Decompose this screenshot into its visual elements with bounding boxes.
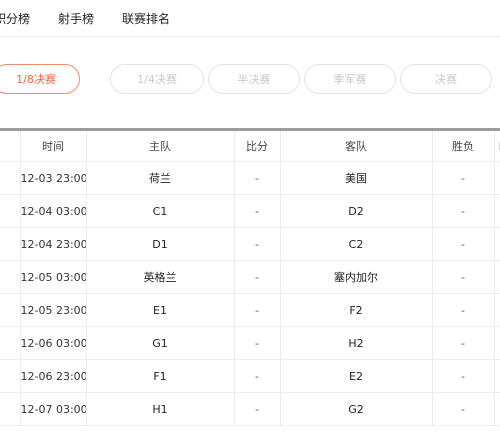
- header-more: M: [494, 131, 500, 162]
- match-time: 12-04 03:00: [20, 194, 87, 228]
- home-team[interactable]: G1: [86, 326, 235, 360]
- header-result: 胜负: [432, 131, 495, 162]
- match-result: -: [432, 194, 495, 228]
- home-team[interactable]: C1: [86, 194, 235, 228]
- tab-league-ranking[interactable]: 联赛排名: [122, 10, 170, 27]
- row-extra: [494, 260, 500, 294]
- away-team[interactable]: H2: [280, 326, 433, 360]
- row-extra: [494, 359, 500, 393]
- row-spacer: [0, 161, 21, 195]
- row-extra: [494, 392, 500, 426]
- row-spacer: [0, 326, 21, 360]
- away-team[interactable]: 美国: [280, 161, 433, 195]
- match-score: -: [234, 161, 281, 195]
- row-extra: [494, 326, 500, 360]
- match-result: -: [432, 260, 495, 294]
- round-pill-2[interactable]: 1/4决赛: [110, 64, 204, 94]
- match-time: 12-03 23:00: [20, 161, 87, 195]
- home-team[interactable]: 荷兰: [86, 161, 235, 195]
- table-header-row: 时间 主队 比分 客队 胜负 M: [0, 131, 500, 162]
- match-result: -: [432, 392, 495, 426]
- row-spacer: [0, 227, 21, 261]
- row-spacer: [0, 194, 21, 228]
- row-spacer: [0, 359, 21, 393]
- match-result: -: [432, 326, 495, 360]
- row-spacer: [0, 260, 21, 294]
- header-score: 比分: [234, 131, 281, 162]
- table-row: 12-07 03:00 H1 - G2 -: [0, 392, 500, 426]
- match-time: 12-06 03:00: [20, 326, 87, 360]
- match-score: -: [234, 260, 281, 294]
- table-row: 12-06 03:00 G1 - H2 -: [0, 326, 500, 360]
- round-pill-3[interactable]: 半决赛: [208, 64, 300, 94]
- table-row: 12-06 23:00 F1 - E2 -: [0, 359, 500, 393]
- header-spacer: [0, 131, 21, 162]
- table-row: 12-04 23:00 D1 - C2 -: [0, 227, 500, 261]
- table-row: 12-05 03:00 英格兰 - 塞内加尔 -: [0, 260, 500, 294]
- match-result: -: [432, 161, 495, 195]
- row-extra: [494, 227, 500, 261]
- away-team[interactable]: C2: [280, 227, 433, 261]
- header-away: 客队: [280, 131, 433, 162]
- away-team[interactable]: F2: [280, 293, 433, 327]
- home-team[interactable]: D1: [86, 227, 235, 261]
- header-home: 主队: [86, 131, 235, 162]
- match-time: 12-04 23:00: [20, 227, 87, 261]
- match-score: -: [234, 359, 281, 393]
- home-team[interactable]: E1: [86, 293, 235, 327]
- match-score: -: [234, 326, 281, 360]
- match-score: -: [234, 392, 281, 426]
- match-time: 12-07 03:00: [20, 392, 87, 426]
- match-table: 时间 主队 比分 客队 胜负 M 12-03 23:00 荷兰 - 美国 -: [0, 131, 500, 426]
- match-score: -: [234, 194, 281, 228]
- table-row: 12-03 23:00 荷兰 - 美国 -: [0, 161, 500, 195]
- match-score: -: [234, 293, 281, 327]
- away-team[interactable]: E2: [280, 359, 433, 393]
- match-result: -: [432, 293, 495, 327]
- match-time: 12-05 03:00: [20, 260, 87, 294]
- tab-standings[interactable]: 积分榜: [0, 10, 30, 27]
- row-spacer: [0, 392, 21, 426]
- match-table-container: 时间 主队 比分 客队 胜负 M 12-03 23:00 荷兰 - 美国 -: [0, 128, 500, 440]
- home-team[interactable]: F1: [86, 359, 235, 393]
- row-extra: [494, 161, 500, 195]
- round-pill-4[interactable]: 季军赛: [304, 64, 396, 94]
- home-team[interactable]: 英格兰: [86, 260, 235, 294]
- away-team[interactable]: 塞内加尔: [280, 260, 433, 294]
- header-time: 时间: [20, 131, 87, 162]
- round-pill-1[interactable]: 1/8决赛: [0, 64, 80, 94]
- match-result: -: [432, 359, 495, 393]
- away-team[interactable]: D2: [280, 194, 433, 228]
- home-team[interactable]: H1: [86, 392, 235, 426]
- table-row: 12-04 03:00 C1 - D2 -: [0, 194, 500, 228]
- match-score: -: [234, 227, 281, 261]
- row-extra: [494, 194, 500, 228]
- match-time: 12-06 23:00: [20, 359, 87, 393]
- row-spacer: [0, 293, 21, 327]
- match-time: 12-05 23:00: [20, 293, 87, 327]
- tab-scorers[interactable]: 射手榜: [58, 10, 94, 27]
- top-tab-bar: 积分榜 射手榜 联赛排名: [0, 0, 500, 37]
- round-pill-5[interactable]: 决赛: [400, 64, 492, 94]
- away-team[interactable]: G2: [280, 392, 433, 426]
- table-row: 12-05 23:00 E1 - F2 -: [0, 293, 500, 327]
- row-extra: [494, 293, 500, 327]
- match-schedule-page: 积分榜 射手榜 联赛排名 1/8决赛 1/4决赛 半决赛 季军赛 决赛 时间 主…: [0, 0, 500, 440]
- round-selector: 1/8决赛 1/4决赛 半决赛 季军赛 决赛: [0, 64, 500, 98]
- match-result: -: [432, 227, 495, 261]
